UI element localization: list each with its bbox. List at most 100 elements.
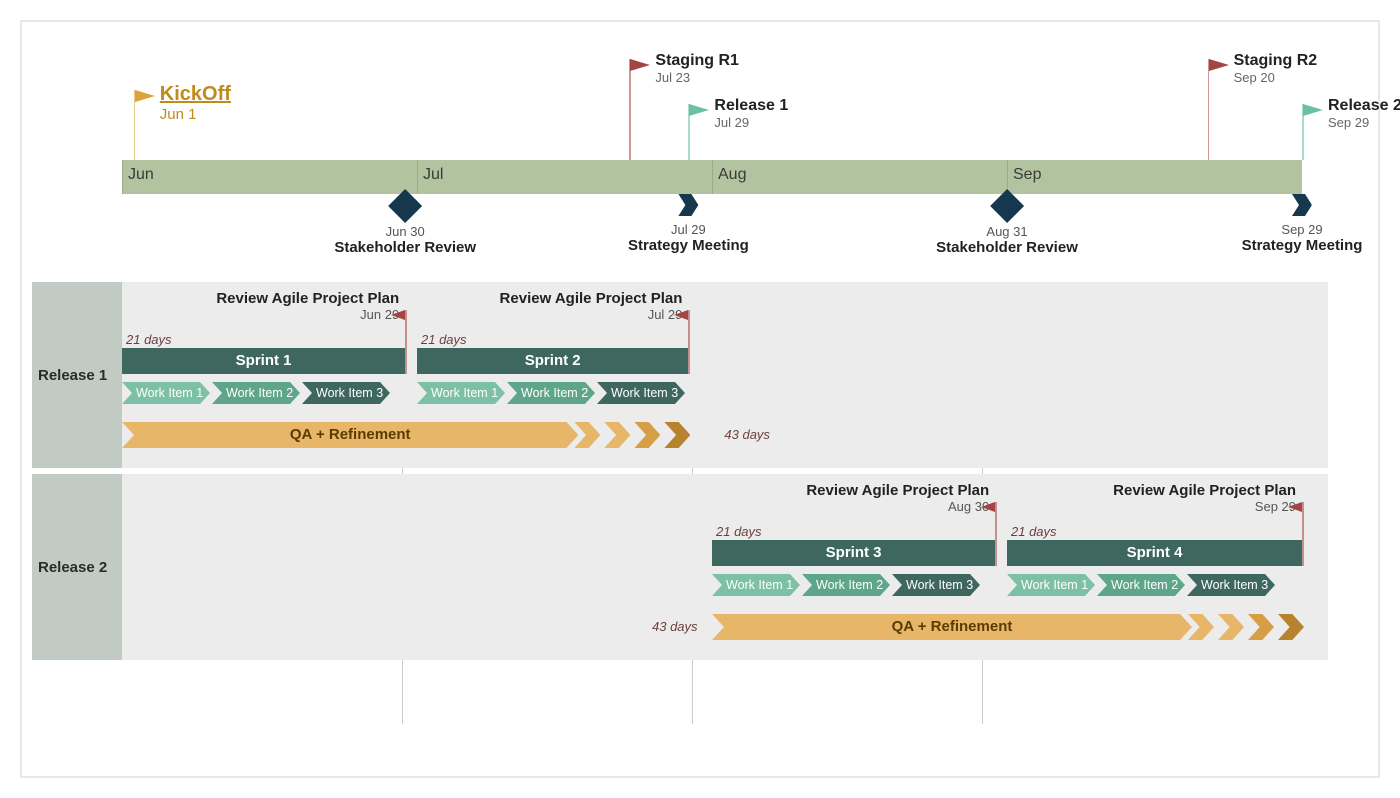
work-item[interactable]: Work Item 1 (122, 382, 210, 404)
chevron-icon (604, 422, 630, 448)
review-title: Review Agile Project Plan (806, 482, 989, 499)
flag-date: Jun 1 (160, 106, 231, 123)
flag-pole (629, 59, 631, 160)
qa-bar[interactable]: QA + Refinement (122, 422, 718, 448)
milestone-date: Sep 29 (1242, 222, 1363, 237)
timeline: JunJulAugSep KickOffJun 1Staging R1Jul 2… (122, 62, 1328, 222)
flag-date: Sep 20 (1234, 70, 1318, 85)
sprint-duration: 21 days (126, 332, 172, 347)
flag-title: Release 1 (714, 97, 788, 115)
chevron-icon (678, 194, 698, 216)
review-milestone[interactable]: Review Agile Project PlanJul 29 (500, 290, 683, 322)
flag-title: Staging R2 (1234, 52, 1318, 70)
milestone[interactable]: Jul 29Strategy Meeting (628, 194, 749, 254)
sprint-bar[interactable]: Sprint 2 (417, 348, 688, 374)
flag-title: Release 2 (1328, 97, 1400, 115)
review-pole (405, 310, 407, 374)
work-item[interactable]: Work Item 1 (1007, 574, 1095, 596)
flag-icon (630, 59, 650, 71)
chevron-icon (1248, 614, 1274, 640)
review-date: Jun 29 (216, 307, 399, 322)
milestone-date: Aug 31 (936, 224, 1078, 239)
work-item[interactable]: Work Item 3 (597, 382, 685, 404)
review-pole (688, 310, 690, 374)
sprint-bar[interactable]: Sprint 1 (122, 348, 405, 374)
flag-title: Staging R1 (655, 52, 739, 70)
review-pole (1302, 502, 1304, 566)
flag-icon (1303, 104, 1323, 116)
milestone[interactable]: Aug 31Stakeholder Review (936, 194, 1078, 256)
milestone-name: Stakeholder Review (334, 239, 476, 256)
diamond-icon (388, 189, 422, 223)
work-item[interactable]: Work Item 2 (507, 382, 595, 404)
chevron-icon (1292, 194, 1312, 216)
milestone[interactable]: Jun 30Stakeholder Review (334, 194, 476, 256)
qa-bar[interactable]: QA + Refinement (712, 614, 1332, 640)
work-item[interactable]: Work Item 2 (1097, 574, 1185, 596)
lane: Release 2Review Agile Project PlanAug 30… (32, 474, 1328, 660)
milestone[interactable]: Sep 29Strategy Meeting (1242, 194, 1363, 254)
milestone-date: Jul 29 (628, 222, 749, 237)
sprint-bar[interactable]: Sprint 4 (1007, 540, 1302, 566)
qa-duration: 43 days (652, 619, 698, 634)
review-milestone[interactable]: Review Agile Project PlanJun 29 (216, 290, 399, 322)
month-label: Jun (128, 166, 154, 184)
qa-label: QA + Refinement (122, 422, 578, 448)
lane: Release 1Review Agile Project PlanJun 29… (32, 282, 1328, 468)
lane-label: Release 2 (32, 474, 122, 660)
review-date: Sep 29 (1113, 499, 1296, 514)
sprint-duration: 21 days (716, 524, 762, 539)
work-item[interactable]: Work Item 3 (1187, 574, 1275, 596)
milestone-name: Strategy Meeting (1242, 237, 1363, 254)
work-item[interactable]: Work Item 2 (802, 574, 890, 596)
flag-icon (689, 104, 709, 116)
review-title: Review Agile Project Plan (216, 290, 399, 307)
milestones-row: Jun 30Stakeholder ReviewJul 29Strategy M… (122, 194, 1328, 274)
flag-date: Jul 23 (655, 70, 739, 85)
sprint-bar[interactable]: Sprint 3 (712, 540, 995, 566)
review-milestone[interactable]: Review Agile Project PlanSep 29 (1113, 482, 1296, 514)
flag-icon (391, 310, 405, 320)
month-tick (417, 160, 418, 194)
milestone-date: Jun 30 (334, 224, 476, 239)
review-date: Jul 29 (500, 307, 683, 322)
month-tick (712, 160, 713, 194)
qa-label: QA + Refinement (712, 614, 1192, 640)
diamond-icon (990, 189, 1024, 223)
month-label: Aug (718, 166, 746, 184)
roadmap-canvas: JunJulAugSep KickOffJun 1Staging R1Jul 2… (20, 20, 1380, 778)
month-label: Sep (1013, 166, 1041, 184)
flag-date: Sep 29 (1328, 115, 1400, 130)
flag-icon (1288, 502, 1302, 512)
work-item[interactable]: Work Item 2 (212, 382, 300, 404)
lane-body: Review Agile Project PlanJun 29Review Ag… (122, 282, 1328, 468)
flag-icon (1209, 59, 1229, 71)
chevron-icon (664, 422, 690, 448)
chevron-icon (1278, 614, 1304, 640)
sprint-duration: 21 days (1011, 524, 1057, 539)
chevron-icon (1218, 614, 1244, 640)
work-item[interactable]: Work Item 3 (302, 382, 390, 404)
swimlanes: Release 1Review Agile Project PlanJun 29… (32, 282, 1328, 660)
qa-duration: 43 days (724, 427, 770, 442)
review-milestone[interactable]: Review Agile Project PlanAug 30 (806, 482, 989, 514)
milestone-name: Strategy Meeting (628, 237, 749, 254)
lane-body: Review Agile Project PlanAug 30Review Ag… (122, 474, 1328, 660)
review-title: Review Agile Project Plan (1113, 482, 1296, 499)
month-bar: Jun Jul Aug Sep (122, 160, 1302, 194)
work-item[interactable]: Work Item 1 (417, 382, 505, 404)
review-date: Aug 30 (806, 499, 989, 514)
month-label: Jul (423, 166, 443, 184)
review-pole (995, 502, 997, 566)
work-item[interactable]: Work Item 3 (892, 574, 980, 596)
flag-date: Jul 29 (714, 115, 788, 130)
milestone-name: Stakeholder Review (936, 239, 1078, 256)
flag-icon (674, 310, 688, 320)
review-title: Review Agile Project Plan (500, 290, 683, 307)
lane-label: Release 1 (32, 282, 122, 468)
sprint-duration: 21 days (421, 332, 467, 347)
flag-title: KickOff (160, 83, 231, 106)
flag-pole (1208, 59, 1210, 160)
chevron-icon (634, 422, 660, 448)
work-item[interactable]: Work Item 1 (712, 574, 800, 596)
